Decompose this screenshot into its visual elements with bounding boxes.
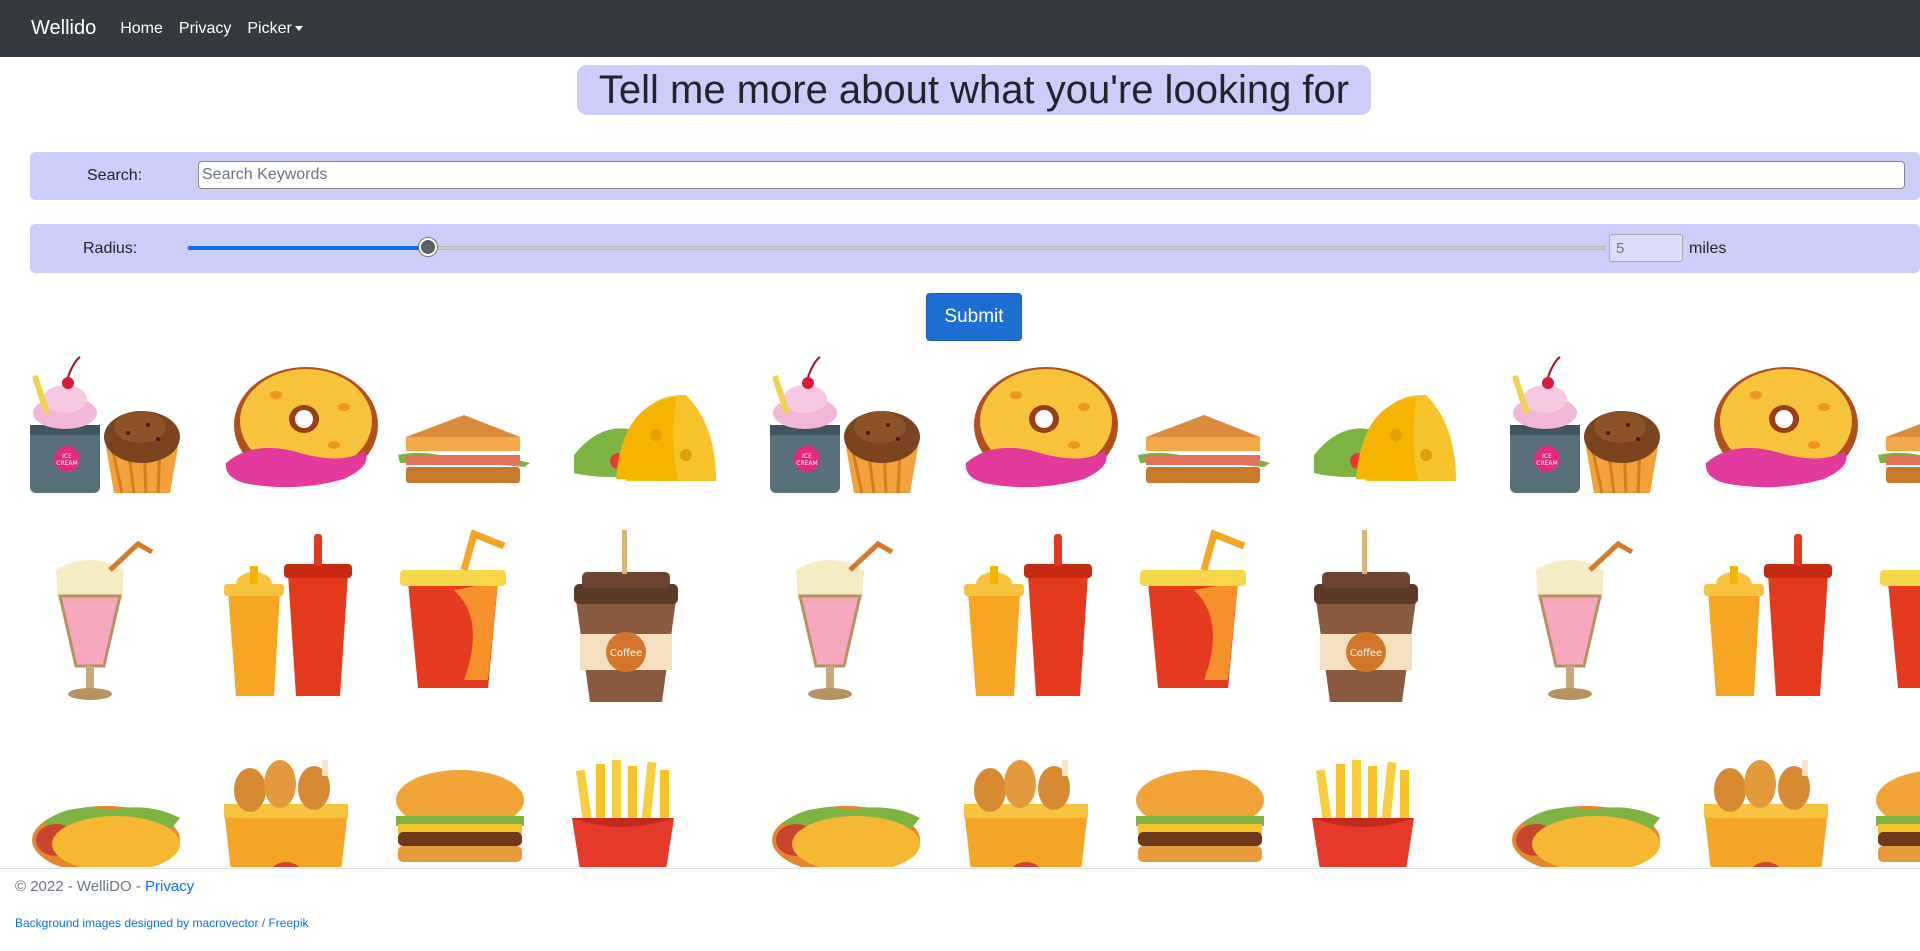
fried-chicken-bucket-illustration xyxy=(964,760,1088,867)
radius-label: Radius: xyxy=(83,240,138,257)
search-input[interactable] xyxy=(198,161,1905,189)
radius-slider-fill xyxy=(188,246,430,250)
soda-cups-illustration xyxy=(224,534,352,696)
footer-privacy-link[interactable]: Privacy xyxy=(145,878,194,895)
coffee-cup-illustration xyxy=(574,530,678,702)
page-heading: Tell me more about what you're looking f… xyxy=(577,65,1371,115)
search-panel: Search: xyxy=(30,152,1920,200)
caret-down-icon xyxy=(294,25,303,31)
food-illustrations: ICE CREAM xyxy=(28,355,1920,867)
fried-chicken-bucket-illustration xyxy=(1704,760,1828,867)
brand-link[interactable]: Wellido xyxy=(31,17,96,40)
milkshake-illustration xyxy=(796,544,892,700)
ice-cream-muffin-illustration xyxy=(1508,355,1662,495)
taco-illustration xyxy=(574,394,716,481)
submit-button[interactable]: Submit xyxy=(926,293,1022,341)
soda-cups-illustration xyxy=(1704,534,1832,696)
donut-illustration xyxy=(225,367,378,488)
milkshake-illustration xyxy=(56,544,152,700)
soda-cups-illustration xyxy=(964,534,1092,696)
burger-illustration xyxy=(1876,770,1920,862)
fried-chicken-bucket-illustration xyxy=(224,760,348,867)
picker-label: Picker xyxy=(247,19,292,37)
burger-illustration xyxy=(1136,770,1264,862)
radius-unit: miles xyxy=(1689,240,1727,257)
sandwich-illustration xyxy=(1878,415,1920,483)
search-label: Search: xyxy=(87,167,143,184)
sandwich-illustration xyxy=(1138,415,1270,483)
hot-dog-illustration xyxy=(32,806,180,867)
food-background: ICE CREAM xyxy=(0,350,1920,867)
donut-illustration xyxy=(1705,367,1858,488)
radius-panel: Radius: 5 miles xyxy=(30,224,1920,273)
hot-dog-illustration xyxy=(1512,806,1660,867)
donut-illustration xyxy=(965,367,1118,488)
french-fries-illustration xyxy=(572,760,674,867)
radius-value-field[interactable]: 5 xyxy=(1609,234,1683,262)
soda-straw-illustration xyxy=(1880,534,1920,688)
ice-cream-muffin-illustration xyxy=(768,355,922,495)
taco-illustration xyxy=(1314,394,1456,481)
coffee-cup-illustration xyxy=(1314,530,1418,702)
nav-link-privacy[interactable]: Privacy xyxy=(179,20,231,38)
nav-link-home[interactable]: Home xyxy=(120,20,163,38)
soda-straw-illustration xyxy=(400,534,506,688)
footer-credit-link[interactable]: Background images designed by macrovecto… xyxy=(15,916,308,930)
radius-slider[interactable] xyxy=(187,246,1605,250)
footer-copyright: © 2022 - WelliDO - Privacy xyxy=(15,878,194,895)
radius-slider-thumb[interactable] xyxy=(419,238,438,256)
navbar: Wellido Home Privacy Picker xyxy=(0,0,1920,57)
ice-cream-muffin-illustration xyxy=(28,355,182,495)
footer-copyright-text: © 2022 - WelliDO - xyxy=(15,878,145,895)
soda-straw-illustration xyxy=(1140,534,1246,688)
footer-divider xyxy=(0,868,1920,869)
hot-dog-illustration xyxy=(772,806,920,867)
sandwich-illustration xyxy=(398,415,530,483)
milkshake-illustration xyxy=(1536,544,1632,700)
picker-dropdown[interactable]: Picker xyxy=(247,19,303,38)
french-fries-illustration xyxy=(1312,760,1414,867)
burger-illustration xyxy=(396,770,524,862)
